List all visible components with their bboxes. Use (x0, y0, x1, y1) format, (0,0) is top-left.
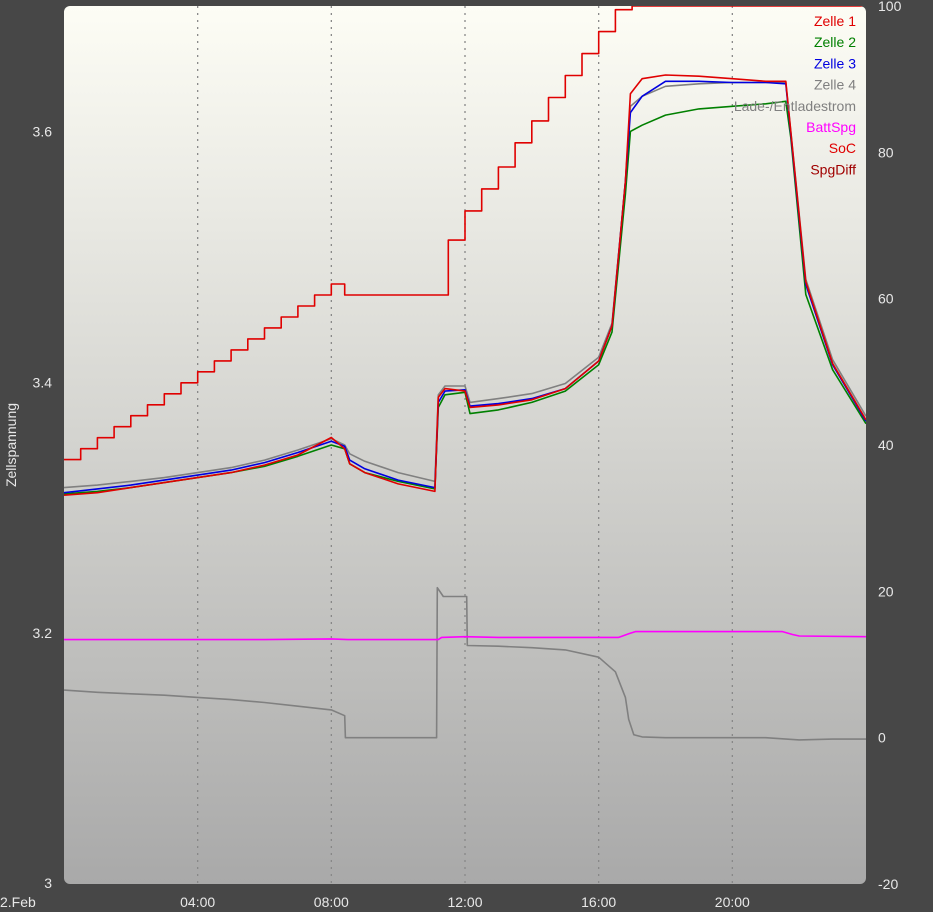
legend-entry: Lade-/Entladestrom (734, 98, 856, 114)
y-tick-label: 3.2 (33, 625, 53, 641)
legend-entry: BattSpg (806, 119, 856, 135)
x-tick-label: 08:00 (314, 894, 349, 910)
y2-tick-label: 40 (878, 437, 894, 453)
y-axis-label: Zellspannung (3, 403, 19, 487)
y2-tick-label: 60 (878, 291, 894, 307)
y2-tick-label: 20 (878, 583, 894, 599)
y-tick-label: 3 (44, 875, 52, 891)
legend-entry: SoC (829, 140, 856, 156)
x-start-label: 2.Feb (0, 894, 36, 910)
plot-area (64, 6, 866, 884)
y2-tick-label: 80 (878, 144, 894, 160)
y-axis-ticks: 3 3.2 3.4 3.6 (33, 123, 53, 891)
legend-entry: Zelle 2 (814, 34, 856, 50)
legend-entry: Zelle 1 (814, 13, 856, 29)
x-tick-label: 04:00 (180, 894, 215, 910)
x-tick-label: 12:00 (447, 894, 482, 910)
y2-axis-ticks: -20 0 20 40 60 80 100 (878, 0, 902, 892)
legend-entry: SpgDiff (810, 161, 856, 177)
x-tick-label: 20:00 (715, 894, 750, 910)
y-tick-label: 3.4 (33, 374, 53, 390)
y2-tick-label: 0 (878, 730, 886, 746)
y2-tick-label: 100 (878, 0, 902, 14)
y2-tick-label: -20 (878, 876, 898, 892)
legend-entry: Zelle 3 (814, 55, 856, 71)
chart: 3 3.2 3.4 3.6 -20 0 20 40 60 80 100 04:00 08:00 12:… (0, 0, 902, 910)
y-tick-label: 3.6 (33, 123, 53, 139)
x-axis-ticks: 04:00 08:00 12:00 16:00 20:00 (180, 894, 750, 910)
x-tick-label: 16:00 (581, 894, 616, 910)
legend-entry: Zelle 4 (814, 77, 856, 93)
